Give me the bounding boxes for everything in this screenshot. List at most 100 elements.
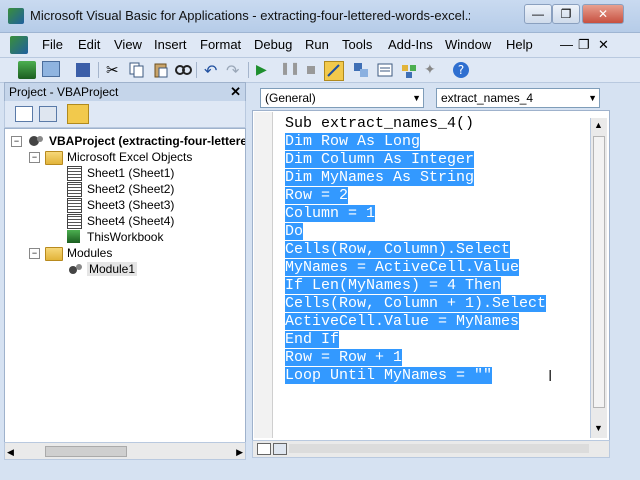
code-line[interactable]: Column = 1 [285,205,546,223]
inner-close-button[interactable]: ✕ [598,37,609,53]
tree-label: Sheet1 (Sheet1) [87,166,175,180]
scroll-left-icon[interactable]: ◀ [7,447,14,458]
tree-label: Modules [67,246,113,260]
object-combo[interactable]: (General) ▼ [260,88,424,108]
code-line[interactable]: If Len(MyNames) = 4 Then [285,277,546,295]
procedure-combo[interactable]: extract_names_4 ▼ [436,88,600,108]
scrollbar-thumb[interactable] [593,136,605,408]
code-line[interactable]: Row = Row + 1 [285,349,546,367]
menu-window[interactable]: Window [445,37,491,52]
run-icon[interactable]: ▶ [256,61,274,79]
menu-help[interactable]: Help [506,37,533,52]
inner-minimize-button[interactable]: — [560,37,573,52]
menu-add-ins[interactable]: Add-Ins [388,37,433,52]
menu-debug[interactable]: Debug [254,37,292,52]
tree-label: ThisWorkbook [87,230,164,244]
save-icon[interactable] [76,63,90,77]
menu-tools[interactable]: Tools [342,37,372,52]
workbook-icon [67,230,80,243]
paste-icon[interactable] [152,61,170,79]
insert-userform-icon[interactable] [42,61,60,77]
code-line[interactable]: Cells(Row, Column + 1).Select [285,295,547,313]
full-module-view-icon[interactable] [273,443,287,455]
code-editor[interactable]: Sub extract_names_4() Dim Row As Long Di… [285,115,547,385]
view-object-icon[interactable] [39,106,57,122]
code-line[interactable]: Dim Row As Long [285,133,546,151]
code-margin [254,112,273,438]
break-icon[interactable]: ❚❚ [280,61,300,79]
code-line[interactable]: Dim Column As Integer [285,151,546,169]
view-code-icon[interactable] [15,106,33,122]
module-icon [69,264,82,274]
dropdown-arrow-icon[interactable]: ▼ [412,93,421,103]
restore-button[interactable]: ❐ [552,4,580,24]
project-pane-toolbar [4,101,246,128]
folder-icon [45,247,63,261]
project-pane-close-button[interactable]: ✕ [230,84,241,100]
code-line[interactable]: Loop Until MyNames = "" [285,367,546,385]
reset-icon[interactable] [302,61,320,79]
project-explorer-icon[interactable] [352,61,370,79]
undo-icon[interactable]: ↶ [204,61,222,80]
code-line[interactable]: End If [285,331,546,349]
collapse-icon[interactable]: − [29,152,40,163]
design-mode-icon[interactable] [324,61,344,81]
code-text-selected: Column = 1 [285,205,376,222]
toggle-folders-icon[interactable] [67,104,89,124]
code-text-selected: End If [285,331,340,348]
view-excel-icon[interactable] [18,61,36,79]
code-text-selected: Dim MyNames As String [285,169,475,186]
copy-icon[interactable] [128,61,146,79]
code-line[interactable]: Do [285,223,546,241]
inner-restore-button[interactable]: ❐ [578,37,590,53]
status-bar [0,462,640,480]
dropdown-arrow-icon[interactable]: ▼ [588,93,597,103]
menu-run[interactable]: Run [305,37,329,52]
vba-project-icon [29,136,43,146]
find-icon[interactable] [174,61,192,79]
menu-insert[interactable]: Insert [154,37,187,52]
tree-label: VBAProject (extracting-four-lettere [49,134,246,148]
code-text-selected: If Len(MyNames) = 4 Then [285,277,502,294]
minimize-button[interactable]: — [524,4,552,24]
project-tree-scrollbar[interactable]: ◀ ▶ [4,442,246,460]
code-line[interactable]: Dim MyNames As String [285,169,546,187]
scrollbar-thumb[interactable] [45,446,127,457]
worksheet-icon [67,198,82,213]
scroll-right-icon[interactable]: ▶ [236,447,243,458]
menu-view[interactable]: View [114,37,142,52]
cut-icon[interactable]: ✂ [106,61,124,79]
menu-format[interactable]: Format [200,37,241,52]
code-text-selected: Row = 2 [285,187,349,204]
text-cursor-icon: I [548,368,553,385]
tree-label: Sheet4 (Sheet4) [87,214,175,228]
scroll-up-icon[interactable]: ▲ [594,120,603,130]
code-line[interactable]: Cells(Row, Column).Select [285,241,546,259]
code-line[interactable]: Sub extract_names_4() [285,115,546,133]
properties-window-icon[interactable] [376,61,394,79]
redo-icon[interactable]: ↷ [226,61,244,80]
procedure-view-icon[interactable] [257,443,271,455]
collapse-icon[interactable]: − [11,136,22,147]
code-text-selected: Cells(Row, Column).Select [285,241,511,258]
menu-file[interactable]: File [42,37,63,52]
scroll-down-icon[interactable]: ▼ [594,423,603,433]
code-line[interactable]: ActiveCell.Value = MyNames [285,313,546,331]
collapse-icon[interactable]: − [29,248,40,259]
code-text-selected: ActiveCell.Value = MyNames [285,313,520,330]
code-text-selected: Dim Row As Long [285,133,421,150]
object-browser-icon[interactable] [400,61,418,79]
menu-edit[interactable]: Edit [78,37,100,52]
excel-icon[interactable] [10,36,28,54]
code-line[interactable]: Row = 2 [285,187,546,205]
code-vertical-scrollbar[interactable]: ▲ ▼ [590,118,607,438]
help-icon[interactable]: ? [452,61,470,79]
code-horizontal-scrollbar[interactable] [252,440,610,458]
toolbox-icon[interactable]: ✦ [424,61,442,79]
code-line[interactable]: MyNames = ActiveCell.Value [285,259,546,277]
procedure-combo-value: extract_names_4 [441,91,534,105]
tree-label: Sheet3 (Sheet3) [87,198,175,212]
scrollbar-track[interactable] [289,444,589,453]
close-button[interactable]: ✕ [582,4,624,24]
toolbar-separator [196,62,197,78]
